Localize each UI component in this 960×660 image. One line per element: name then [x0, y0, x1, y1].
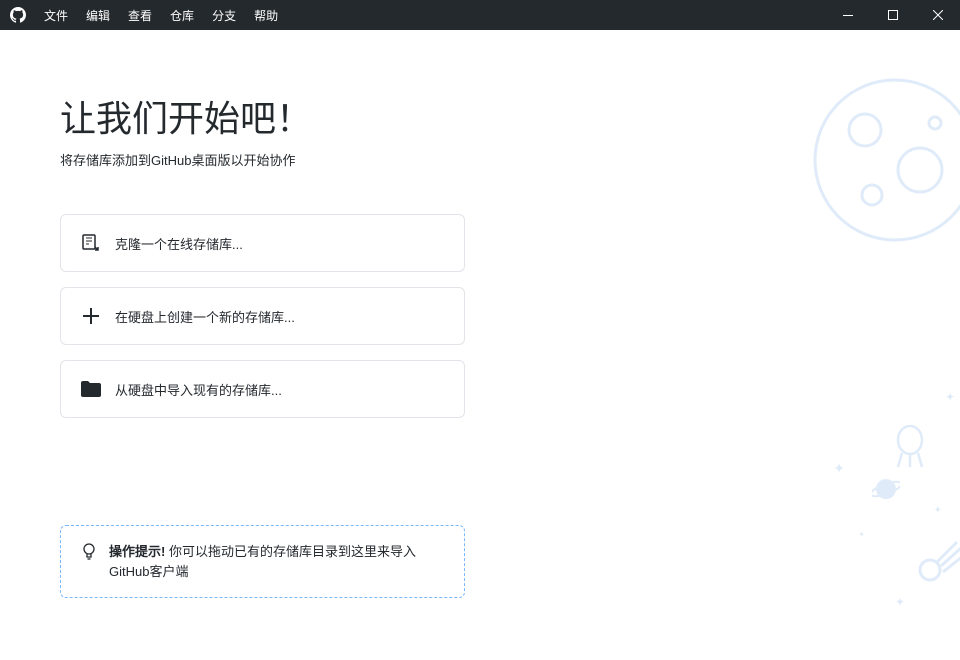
clone-icon	[81, 233, 101, 253]
star-decoration-icon: ✦	[945, 390, 955, 404]
star-decoration-icon: ✦	[895, 595, 905, 609]
menu-edit[interactable]: 编辑	[78, 0, 118, 30]
action-label: 克隆一个在线存储库...	[115, 234, 243, 253]
close-button[interactable]	[915, 0, 960, 30]
menu-help[interactable]: 帮助	[246, 0, 286, 30]
main-content: 让我们开始吧！ 将存储库添加到GitHub桌面版以开始协作 克隆一个在线存储库.…	[0, 30, 960, 660]
window-controls	[825, 0, 960, 30]
plus-icon	[81, 306, 101, 326]
create-repo-button[interactable]: 在硬盘上创建一个新的存储库...	[60, 287, 465, 345]
titlebar-left: 文件 编辑 查看 仓库 分支 帮助	[0, 0, 286, 30]
comet-decoration-icon	[915, 540, 960, 585]
add-local-repo-button[interactable]: 从硬盘中导入现有的存储库...	[60, 360, 465, 418]
minimize-button[interactable]	[825, 0, 870, 30]
menu-repository[interactable]: 仓库	[162, 0, 202, 30]
github-logo-icon	[10, 7, 26, 23]
action-label: 从硬盘中导入现有的存储库...	[115, 380, 282, 399]
menu-file[interactable]: 文件	[36, 0, 76, 30]
titlebar: 文件 编辑 查看 仓库 分支 帮助	[0, 0, 960, 30]
tip-label: 操作提示!	[109, 544, 165, 559]
action-label: 在硬盘上创建一个新的存储库...	[115, 307, 295, 326]
maximize-button[interactable]	[870, 0, 915, 30]
tip-box: 操作提示! 你可以拖动已有的存储库目录到这里来导入GitHub客户端	[60, 525, 465, 598]
star-decoration-icon: ✦	[833, 460, 845, 477]
star-decoration-icon: ✦	[934, 505, 942, 516]
menu-branch[interactable]: 分支	[204, 0, 244, 30]
clone-repo-button[interactable]: 克隆一个在线存储库...	[60, 214, 465, 272]
menu-view[interactable]: 查看	[120, 0, 160, 30]
tip-text: 操作提示! 你可以拖动已有的存储库目录到这里来导入GitHub客户端	[109, 542, 444, 581]
folder-icon	[81, 379, 101, 399]
lightbulb-icon	[81, 542, 97, 581]
telescope-decoration-icon	[890, 425, 930, 470]
planet-decoration-icon	[872, 475, 900, 503]
star-decoration-icon: ✦	[858, 530, 865, 539]
action-list: 克隆一个在线存储库... 在硬盘上创建一个新的存储库... 从硬盘中导入现有的存…	[60, 214, 465, 418]
moon-decoration-icon	[810, 75, 960, 245]
